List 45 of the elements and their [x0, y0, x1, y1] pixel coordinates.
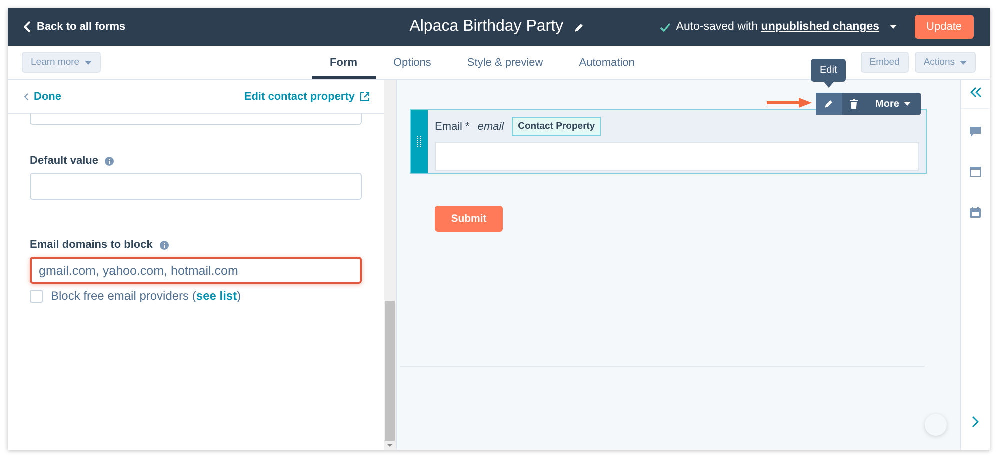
chevron-left-icon [24, 92, 29, 100]
check-icon [660, 22, 672, 32]
tab[interactable]: Options [376, 46, 450, 79]
pencil-icon[interactable] [816, 93, 842, 115]
contact-property-tag: Contact Property [512, 117, 602, 136]
edit-property-link[interactable]: Edit contact property [244, 90, 370, 102]
caret-icon [890, 25, 897, 29]
pencil-icon[interactable] [574, 22, 585, 32]
caret-icon [960, 60, 967, 64]
input-field[interactable]: gmail.com, yahoo.com, hotmail.com [30, 257, 362, 284]
comment-icon[interactable] [970, 127, 981, 137]
field-label: Email * [435, 120, 470, 132]
scrollbar[interactable] [384, 80, 396, 450]
input-field[interactable] [30, 173, 362, 200]
chevron-left-icon [24, 21, 31, 33]
form-field-card[interactable]: Email * email Contact Property [410, 109, 927, 174]
field-label: Default value [30, 155, 98, 167]
tab[interactable]: Style & preview [449, 46, 562, 79]
tab[interactable]: Form [312, 46, 376, 79]
arrow-icon [767, 98, 812, 108]
collapse-icon[interactable] [970, 87, 982, 98]
field-name: email [478, 120, 504, 132]
see-list-link[interactable]: see list [196, 289, 238, 303]
form-title: Alpaca Birthday Party [410, 18, 564, 36]
calendar-icon[interactable] [970, 207, 981, 218]
done-link[interactable]: Done [24, 90, 62, 102]
window-icon[interactable] [970, 167, 981, 177]
info-icon[interactable] [105, 156, 114, 166]
tooltip-pointer-icon [824, 82, 834, 88]
save-status[interactable]: Auto-saved with unpublished changes [676, 21, 880, 33]
tab[interactable]: Automation [561, 46, 653, 79]
expand-icon[interactable] [972, 416, 979, 428]
input-field[interactable] [30, 114, 362, 125]
caret-icon [84, 60, 92, 64]
external-link-icon [360, 92, 370, 102]
caret-icon [904, 102, 912, 106]
checkbox-label: Block free email providers (see list) [51, 289, 242, 303]
info-icon[interactable] [160, 240, 169, 250]
scroll-down-icon[interactable] [387, 444, 393, 447]
back-link[interactable]: Back to all forms [24, 21, 374, 33]
field-label: Email domains to block [30, 239, 153, 251]
tooltip: Edit [811, 59, 846, 88]
email-input[interactable] [435, 142, 919, 171]
checkbox[interactable] [30, 290, 43, 302]
actions-button[interactable]: Actions [914, 52, 976, 73]
